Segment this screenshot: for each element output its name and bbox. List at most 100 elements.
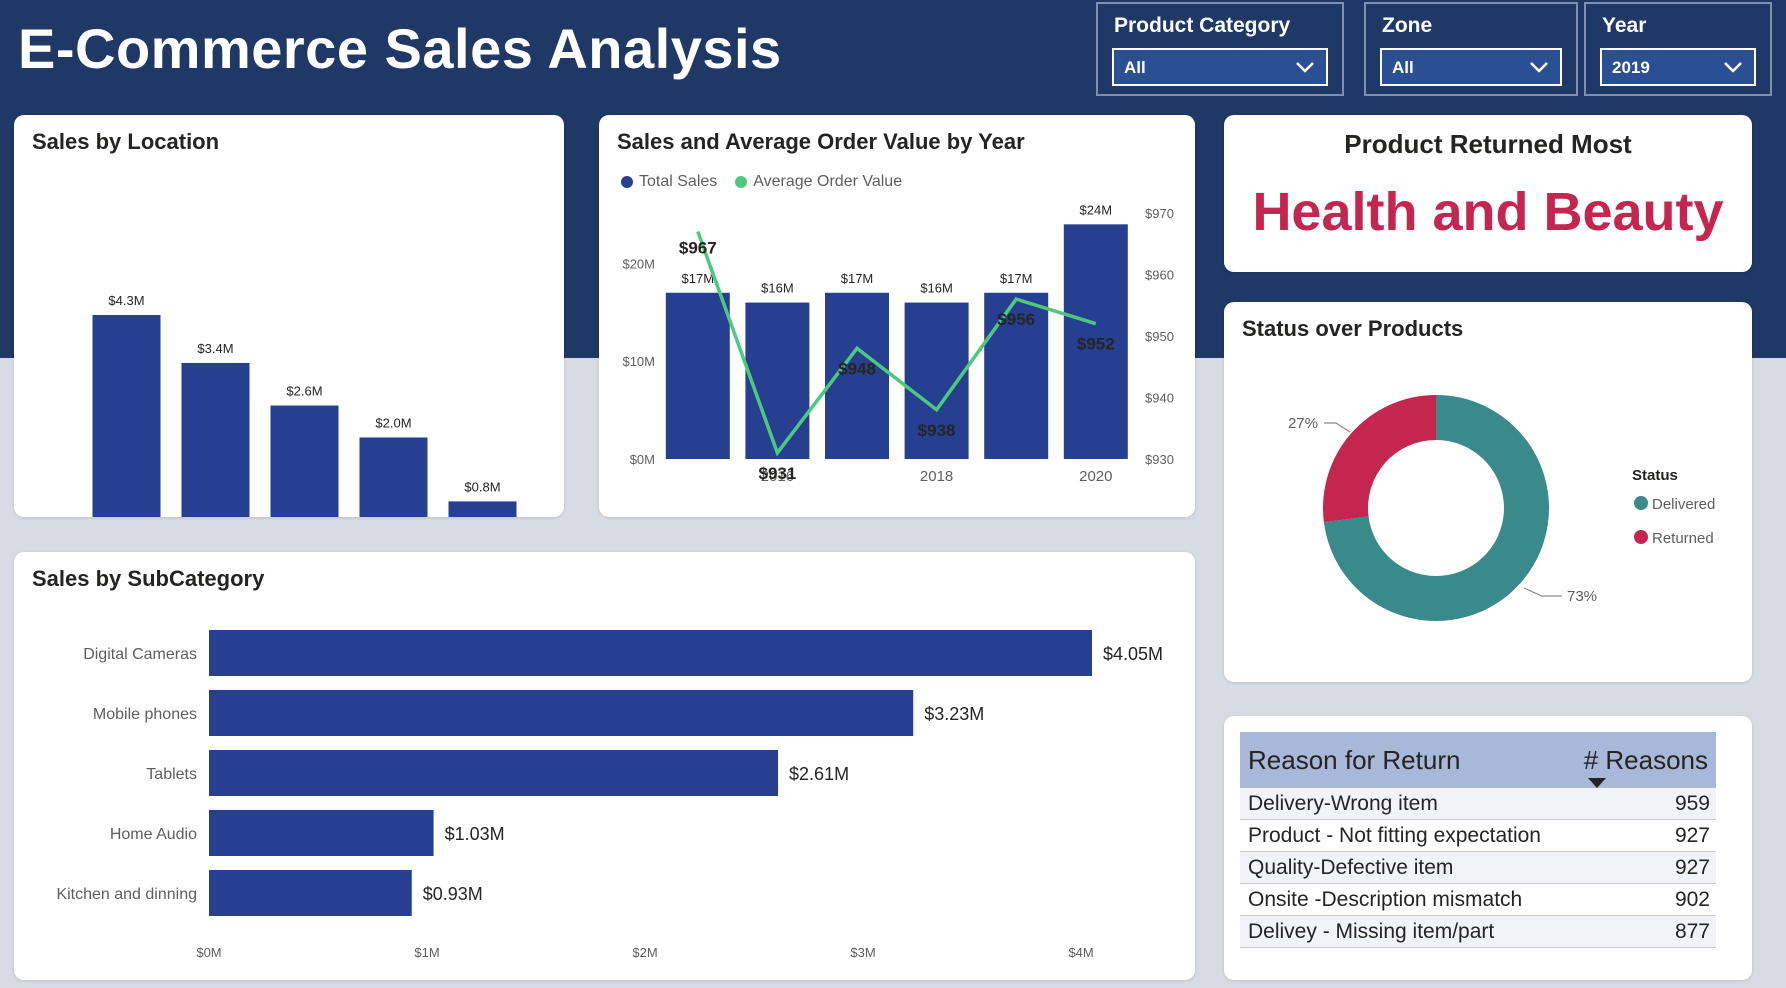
location-bar [270,405,339,517]
sales-by-subcategory-card: Sales by SubCategory Digital Cameras $4.0… [14,552,1195,980]
subcategory-bar [209,690,914,736]
bar-data-label: $3.23M [924,704,984,724]
sales-by-subcategory-chart: Digital Cameras $4.05M Mobile phones $3.23M… [56,630,1163,960]
legend-dot-icon [1634,496,1648,510]
subcategory-bar [209,810,434,856]
y-axis-right-tick: $950 [1145,329,1174,344]
category-label: Home Audio [110,826,197,843]
reason-cell: Quality-Defective item [1248,856,1454,879]
zone-dropdown[interactable]: All [1380,48,1562,86]
location-bar [448,501,517,517]
y-axis-right-tick: $940 [1145,391,1174,406]
slicer-value: 2019 [1612,58,1650,77]
bar-data-label: $2.6M [286,384,322,399]
table-body: Delivery-Wrong item 959 Product - Not fit… [1240,788,1716,948]
table-row[interactable]: Onsite -Description mismatch 902 [1240,884,1716,916]
slicer-label: Year [1602,14,1647,37]
count-cell: 902 [1674,888,1710,911]
reason-cell: Onsite -Description mismatch [1248,888,1523,911]
table-row[interactable]: Delivery-Wrong item 959 [1240,788,1716,820]
status-donut-chart: 73% 27% Status Delivered Returned [1288,395,1715,621]
bar-data-label: $4.3M [108,293,144,308]
y-axis-right-tick: $930 [1145,452,1174,467]
subcategory-bar [209,870,412,916]
sales-by-location-card: Sales by Location $4.3MGreaterAccra$3.4M… [14,115,564,517]
table-row[interactable]: Product - Not fitting expectation 927 [1240,820,1716,852]
donut-slice-returned [1323,395,1436,523]
sales-by-location-chart: $4.3MGreaterAccra$3.4MAshanti$2.6MWester… [92,293,517,517]
bar-data-label: $2.61M [789,764,849,784]
legend-dot-icon [1634,530,1648,544]
count-cell: 877 [1674,920,1710,943]
line-data-label: $931 [758,464,796,483]
leader-line [1324,422,1351,433]
subcategory-bar [209,630,1092,676]
slicer-label: Product Category [1114,14,1291,37]
reason-cell: Product - Not fitting expectation [1248,824,1541,847]
legend-title: Status [1632,467,1678,484]
reason-cell: Delivery-Wrong item [1248,792,1438,815]
sales-bar [665,292,730,459]
status-over-products-card: Status over Products 73% 27% Status Deliver… [1224,302,1752,682]
returns-table: Reason for Return # Reasons Delivery-Wro… [1240,732,1716,948]
slice-data-label: 73% [1567,588,1597,605]
page-title: E-Commerce Sales Analysis [18,17,782,80]
category-label: Digital Cameras [83,646,197,663]
chevron-down-icon [1296,62,1314,73]
category-label: Tablets [146,766,197,783]
sales-bar [745,302,810,459]
kpi-card: Product Returned Most Health and Beauty [1224,115,1752,272]
line-data-label: $948 [838,359,876,378]
sales-by-year-chart: $0M $10M $20M $930 $940 $950 $960 $970 $17M $16M $… [622,202,1174,485]
location-bar [359,437,428,517]
bar-data-label: $4.05M [1103,644,1163,664]
count-cell: 959 [1674,792,1710,815]
y-axis-left-tick: $0M [630,452,655,467]
column-header-reason[interactable]: Reason for Return [1248,745,1460,776]
table-row[interactable]: Delivey - Missing item/part 877 [1240,916,1716,948]
slice-data-label: 27% [1288,415,1318,432]
bar-data-label: $17M [841,271,874,286]
y-axis-left-tick: $20M [622,256,655,271]
bar-data-label: $16M [920,281,953,296]
bar-data-label: $16M [761,281,794,296]
product-category-dropdown[interactable]: All [1112,48,1328,86]
x-axis-tick: $0M [196,945,221,960]
line-data-label: $956 [997,310,1035,329]
legend-label: Delivered [1652,496,1715,513]
line-data-label: $967 [679,238,717,257]
zone-slicer: Zone All [1364,2,1578,96]
bar-data-label: $0.8M [464,479,500,494]
year-dropdown[interactable]: 2019 [1600,48,1756,86]
count-cell: 927 [1674,824,1710,847]
subcategory-bar [209,750,779,796]
x-axis-tick: $1M [414,945,439,960]
reason-cell: Delivey - Missing item/part [1248,920,1495,943]
returns-table-card: Reason for Return # Reasons Delivery-Wro… [1224,716,1752,980]
bar-data-label: $17M [682,271,715,286]
bar-data-label: $2.0M [375,415,411,430]
location-bar [181,362,250,517]
kpi-title: Product Returned Most [1344,129,1632,159]
product-category-slicer: Product Category All [1096,2,1344,96]
table-header: Reason for Return # Reasons [1240,732,1716,788]
count-cell: 927 [1674,856,1710,879]
table-row[interactable]: Quality-Defective item 927 [1240,852,1716,884]
bar-data-label: $17M [1000,271,1033,286]
x-axis-tick: 2020 [1079,468,1112,485]
chevron-down-icon [1724,62,1742,73]
slicer-label: Zone [1382,14,1433,37]
leader-line [1523,587,1562,597]
bar-data-label: $1.03M [445,824,505,844]
column-header-count[interactable]: # Reasons [1584,745,1708,776]
x-axis-tick: 2018 [920,468,953,485]
sales-by-year-card: Sales and Average Order Value by Year To… [599,115,1195,517]
line-data-label: $952 [1077,335,1115,354]
kpi-value: Health and Beauty [1252,182,1724,242]
x-axis-tick: $2M [632,945,657,960]
x-axis-tick: $4M [1068,945,1093,960]
bar-data-label: $0.93M [423,884,483,904]
line-data-label: $938 [918,421,956,440]
chevron-down-icon [1530,62,1548,73]
category-label: Kitchen and dinning [56,886,197,903]
